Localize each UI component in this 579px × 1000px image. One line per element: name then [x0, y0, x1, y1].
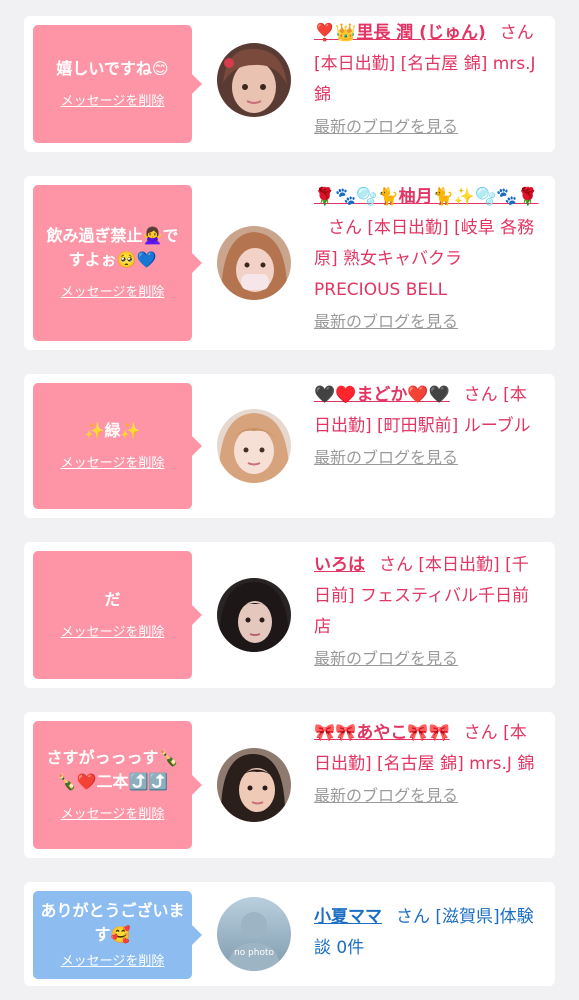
cast-info: 小夏ママ さん [滋賀県]体験談 0件	[314, 902, 541, 964]
message-text: 飲み過ぎ禁止🙅‍♀️ですよぉ🥺💙	[46, 226, 179, 269]
cast-name-link[interactable]: 🌹🐾🫧🐈柚月🐈✨🫧🐾🌹	[314, 187, 539, 207]
cast-photo-avatar-icon	[217, 578, 291, 652]
message-bubble: 飲み過ぎ禁止🙅‍♀️ですよぉ🥺💙 メッセージを削除	[33, 185, 202, 341]
cast-photo-avatar-icon	[217, 226, 291, 300]
message-card: だ メッセージを削除 いろは さん [本日出勤] [千日前] フェスティバル千日前…	[24, 542, 555, 688]
message-card: 嬉しいですね😊 メッセージを削除 ❣️👑里長 潤 (じゅん) さん [本日出勤] …	[24, 16, 555, 152]
latest-blog-link[interactable]: 最新のブログを見る	[314, 780, 541, 811]
cast-avatar[interactable]	[217, 226, 291, 300]
cast-details: [本日出勤] [名古屋 錦] mrs.J 錦	[314, 54, 536, 105]
message-text: ✨緑✨	[84, 421, 141, 440]
no-photo-avatar-icon: no photo	[217, 897, 291, 971]
cast-avatar[interactable]	[217, 748, 291, 822]
cast-photo-avatar-icon	[217, 409, 291, 483]
cast-photo-avatar-icon	[217, 43, 291, 117]
latest-blog-link[interactable]: 最新のブログを見る	[314, 306, 541, 337]
message-feed: 嬉しいですね😊 メッセージを削除 ❣️👑里長 潤 (じゅん) さん [本日出勤] …	[0, 0, 579, 1000]
delete-message-link[interactable]: メッセージを削除	[61, 624, 165, 642]
delete-message-link[interactable]: メッセージを削除	[61, 93, 165, 111]
cast-name-link[interactable]: 🖤♥️まどか❤️🖤	[314, 385, 450, 405]
delete-message-link[interactable]: メッセージを削除	[61, 953, 165, 971]
honorific: さん	[379, 555, 413, 575]
message-card: さすがっっっす🍾🍾❤️二本⤴️⤴️ メッセージを削除 🎀🎀あやこ🎀🎀 さん [本日…	[24, 712, 555, 858]
cast-name-link[interactable]: ❣️👑里長 潤 (じゅん)	[314, 23, 486, 43]
message-card: ✨緑✨ メッセージを削除 🖤♥️まどか❤️🖤 さん [本日出勤] [町田駅前] ル…	[24, 374, 555, 518]
cast-info: 🎀🎀あやこ🎀🎀 さん [本日出勤] [名古屋 錦] mrs.J 錦 最新のブログを…	[314, 718, 541, 811]
message-bubble: だ メッセージを削除	[33, 551, 202, 679]
delete-message-link[interactable]: メッセージを削除	[61, 806, 165, 824]
message-bubble: ありがとうございます🥰 メッセージを削除	[33, 891, 202, 979]
cast-avatar[interactable]	[217, 43, 291, 117]
message-bubble: さすがっっっす🍾🍾❤️二本⤴️⤴️ メッセージを削除	[33, 721, 202, 849]
no-photo-label: no photo	[234, 948, 275, 958]
message-text: さすがっっっす🍾🍾❤️二本⤴️⤴️	[46, 748, 179, 791]
message-bubble: ✨緑✨ メッセージを削除	[33, 383, 202, 509]
message-bubble: 嬉しいですね😊 メッセージを削除	[33, 25, 202, 143]
latest-blog-link[interactable]: 最新のブログを見る	[314, 111, 541, 142]
cast-photo-avatar-icon	[217, 748, 291, 822]
cast-info: 🌹🐾🫧🐈柚月🐈✨🫧🐾🌹さん [本日出勤] [岐阜 各務原] 熟女キャバクラ PR…	[314, 182, 541, 337]
delete-message-link[interactable]: メッセージを削除	[61, 284, 165, 302]
cast-info: 🖤♥️まどか❤️🖤 さん [本日出勤] [町田駅前] ルーブル 最新のブログを見る	[314, 380, 541, 473]
honorific: さん	[463, 385, 498, 405]
cast-avatar[interactable]	[217, 409, 291, 483]
honorific: さん	[396, 907, 430, 927]
message-card: 飲み過ぎ禁止🙅‍♀️ですよぉ🥺💙 メッセージを削除 🌹🐾🫧🐈柚月🐈✨🫧🐾🌹さん …	[24, 176, 555, 350]
delete-message-link[interactable]: メッセージを削除	[61, 455, 165, 473]
latest-blog-link[interactable]: 最新のブログを見る	[314, 442, 541, 473]
cast-name-link[interactable]: いろは	[314, 555, 365, 575]
cast-info: ❣️👑里長 潤 (じゅん) さん [本日出勤] [名古屋 錦] mrs.J 錦 最…	[314, 18, 541, 142]
honorific: さん	[463, 723, 498, 743]
message-text: ありがとうございます🥰	[40, 901, 185, 944]
message-text: 嬉しいですね😊	[56, 59, 169, 78]
cast-name-link[interactable]: 小夏ママ	[314, 907, 382, 927]
message-text: だ	[104, 590, 121, 609]
cast-name-link[interactable]: 🎀🎀あやこ🎀🎀	[314, 723, 450, 743]
message-card: ありがとうございます🥰 メッセージを削除 no photo 小夏ママ さん [滋賀…	[24, 882, 555, 986]
cast-info: いろは さん [本日出勤] [千日前] フェスティバル千日前店 最新のブログを見る	[314, 550, 541, 674]
honorific: さん	[328, 218, 362, 238]
cast-avatar[interactable]: no photo	[217, 897, 291, 971]
latest-blog-link[interactable]: 最新のブログを見る	[314, 643, 541, 674]
honorific: さん	[499, 23, 534, 43]
cast-avatar[interactable]	[217, 578, 291, 652]
